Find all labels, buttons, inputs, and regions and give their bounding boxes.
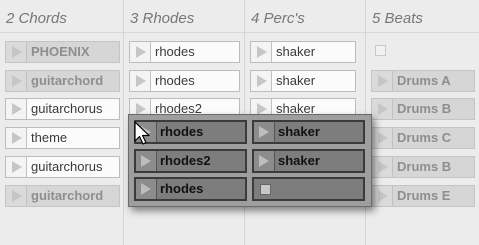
clip-launch-button <box>136 179 157 199</box>
session-view: 2 Chords PHOENIX guitarchord guitarchoru… <box>0 0 479 245</box>
play-triangle-icon <box>12 46 22 58</box>
clip-launch-button[interactable] <box>372 128 393 148</box>
play-triangle-icon <box>259 155 269 167</box>
clip-name: Drums A <box>397 73 451 88</box>
clip-slot[interactable]: theme <box>5 127 120 149</box>
clip-slot[interactable]: Drums B <box>371 156 475 178</box>
clip-launch-button[interactable] <box>372 99 393 119</box>
track-chords: 2 Chords PHOENIX guitarchord guitarchoru… <box>0 0 123 245</box>
clip-launch-button <box>136 151 157 171</box>
clip-slot[interactable]: Drums E <box>371 185 475 207</box>
play-triangle-icon <box>378 132 388 144</box>
clip-launch-button[interactable] <box>251 71 272 91</box>
clip-name: theme <box>31 130 68 145</box>
stop-square-icon <box>260 184 271 195</box>
clip-launch-button[interactable] <box>6 71 27 91</box>
play-triangle-icon <box>259 126 269 138</box>
clip-slot[interactable]: Drums B <box>371 98 475 120</box>
clip-slot[interactable]: rhodes <box>129 70 240 92</box>
clip-launch-button[interactable] <box>251 42 272 62</box>
clip-launch-button[interactable] <box>6 42 27 62</box>
clip-launch-button[interactable] <box>6 186 27 206</box>
play-triangle-icon <box>378 103 388 115</box>
arrow-cursor-icon <box>134 121 150 145</box>
play-triangle-icon <box>136 75 146 87</box>
track-beats: 5 Beats Drums A Drums B Drums C Drums B … <box>365 0 479 245</box>
clip-name: guitarchorus <box>31 101 103 116</box>
clip-name: Drums B <box>397 159 452 174</box>
play-triangle-icon <box>12 190 22 202</box>
clip-launch-button[interactable] <box>372 157 393 177</box>
clip-launch-button <box>254 151 275 171</box>
track-header[interactable]: 4 Perc's <box>245 0 366 33</box>
clip-name: shaker <box>276 73 316 88</box>
play-triangle-icon <box>12 103 22 115</box>
dragged-clip[interactable]: shaker <box>252 120 365 144</box>
play-triangle-icon <box>141 155 151 167</box>
clip-slot[interactable]: shaker <box>250 70 356 92</box>
clip-name: shaker <box>278 153 320 168</box>
clip-launch-button[interactable] <box>372 71 393 91</box>
clip-slot[interactable]: guitarchord <box>5 185 120 207</box>
clip-launch-button[interactable] <box>372 186 393 206</box>
clip-launch-button[interactable] <box>130 42 151 62</box>
track-header[interactable]: 5 Beats <box>366 0 479 33</box>
play-triangle-icon <box>141 183 151 195</box>
empty-clip-slot[interactable] <box>371 41 475 63</box>
clip-launch-button <box>254 122 275 142</box>
clip-slot[interactable]: guitarchorus <box>5 98 120 120</box>
dragged-clip[interactable]: rhodes <box>134 177 247 201</box>
clip-name: rhodes <box>160 181 204 196</box>
clip-name: PHOENIX <box>31 44 90 59</box>
clip-name: shaker <box>276 44 316 59</box>
clip-name: Drums E <box>397 188 451 203</box>
dragged-clip[interactable]: rhodes2 <box>134 149 247 173</box>
track-header[interactable]: 3 Rhodes <box>124 0 245 33</box>
play-triangle-icon <box>378 161 388 173</box>
play-triangle-icon <box>12 75 22 87</box>
clip-name: guitarchord <box>31 73 104 88</box>
clip-launch-button[interactable] <box>6 99 27 119</box>
drag-clip-preview[interactable]: rhodes shaker rhodes2 shaker rhodes <box>128 114 372 207</box>
clip-name: rhodes <box>155 73 195 88</box>
clip-launch-button[interactable] <box>6 128 27 148</box>
clip-name: Drums B <box>397 101 452 116</box>
clip-name: rhodes2 <box>160 153 211 168</box>
clip-slot[interactable]: guitarchord <box>5 70 120 92</box>
clip-slot[interactable]: Drums A <box>371 70 475 92</box>
clip-name: rhodes <box>160 124 204 139</box>
play-triangle-icon <box>257 46 267 58</box>
clip-name: Drums C <box>397 130 452 145</box>
play-triangle-icon <box>378 190 388 202</box>
play-triangle-icon <box>12 132 22 144</box>
play-triangle-icon <box>257 75 267 87</box>
play-triangle-icon <box>378 75 388 87</box>
dragged-clip[interactable]: shaker <box>252 149 365 173</box>
clip-slot[interactable]: Drums C <box>371 127 475 149</box>
clip-launch-button[interactable] <box>6 157 27 177</box>
clip-name: guitarchord <box>31 188 104 203</box>
dragged-empty-slot[interactable] <box>252 177 365 201</box>
clip-name: guitarchorus <box>31 159 103 174</box>
clip-slot[interactable]: guitarchorus <box>5 156 120 178</box>
clip-name: shaker <box>278 124 320 139</box>
clip-slot[interactable]: PHOENIX <box>5 41 120 63</box>
play-triangle-icon <box>136 46 146 58</box>
play-triangle-icon <box>12 161 22 173</box>
clip-launch-button[interactable] <box>130 71 151 91</box>
stop-square-icon[interactable] <box>375 45 386 56</box>
clip-name: rhodes <box>155 44 195 59</box>
clip-slot[interactable]: rhodes <box>129 41 240 63</box>
track-header[interactable]: 2 Chords <box>0 0 123 33</box>
clip-slot[interactable]: shaker <box>250 41 356 63</box>
